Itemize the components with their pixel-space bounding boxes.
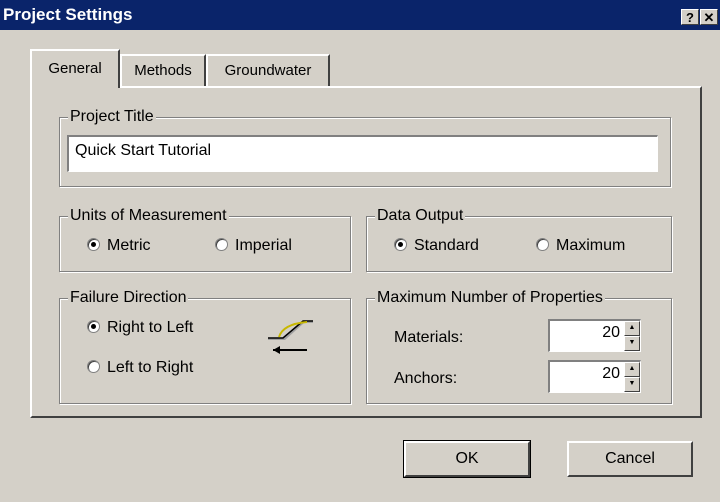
spin-down-icon[interactable]: ▼ — [624, 377, 640, 392]
help-button[interactable]: ? — [681, 9, 699, 25]
close-button[interactable]: ✕ — [700, 9, 718, 25]
units-metric-radio[interactable]: Metric — [87, 236, 151, 256]
spin-up-icon[interactable]: ▲ — [624, 321, 640, 336]
radio-selected-icon — [394, 238, 407, 251]
anchors-spinner[interactable]: 20 ▲ ▼ — [548, 360, 641, 393]
slope-failure-left-icon — [268, 320, 313, 354]
dialog-title: Project Settings — [3, 5, 133, 24]
failure-direction-legend: Failure Direction — [68, 288, 189, 308]
right-to-left-radio[interactable]: Right to Left — [87, 318, 193, 338]
materials-value: 20 — [602, 324, 620, 341]
cancel-button[interactable]: Cancel — [567, 441, 693, 477]
anchors-label: Anchors: — [394, 370, 458, 387]
tab-general[interactable]: General — [30, 49, 120, 88]
materials-label: Materials: — [394, 329, 464, 346]
radio-unselected-icon — [215, 238, 228, 251]
tab-groundwater[interactable]: Groundwater — [206, 54, 330, 86]
radio-unselected-icon — [87, 360, 100, 373]
radio-unselected-icon — [536, 238, 549, 251]
project-title-legend: Project Title — [68, 107, 156, 127]
data-output-legend: Data Output — [375, 206, 466, 226]
output-standard-radio[interactable]: Standard — [394, 236, 479, 256]
tab-methods[interactable]: Methods — [120, 54, 206, 86]
left-to-right-radio[interactable]: Left to Right — [87, 358, 193, 378]
spin-up-icon[interactable]: ▲ — [624, 362, 640, 377]
units-imperial-radio[interactable]: Imperial — [215, 236, 292, 256]
output-maximum-radio[interactable]: Maximum — [536, 236, 625, 256]
radio-selected-icon — [87, 238, 100, 251]
materials-spinner[interactable]: 20 ▲ ▼ — [548, 319, 641, 352]
radio-selected-icon — [87, 320, 100, 333]
units-legend: Units of Measurement — [68, 206, 229, 226]
project-title-input[interactable]: Quick Start Tutorial — [67, 135, 658, 172]
max-properties-legend: Maximum Number of Properties — [375, 288, 605, 308]
ok-button[interactable]: OK — [403, 440, 531, 478]
anchors-value: 20 — [602, 365, 620, 382]
title-bar: Project Settings ? ✕ — [0, 0, 720, 30]
spin-down-icon[interactable]: ▼ — [624, 336, 640, 351]
